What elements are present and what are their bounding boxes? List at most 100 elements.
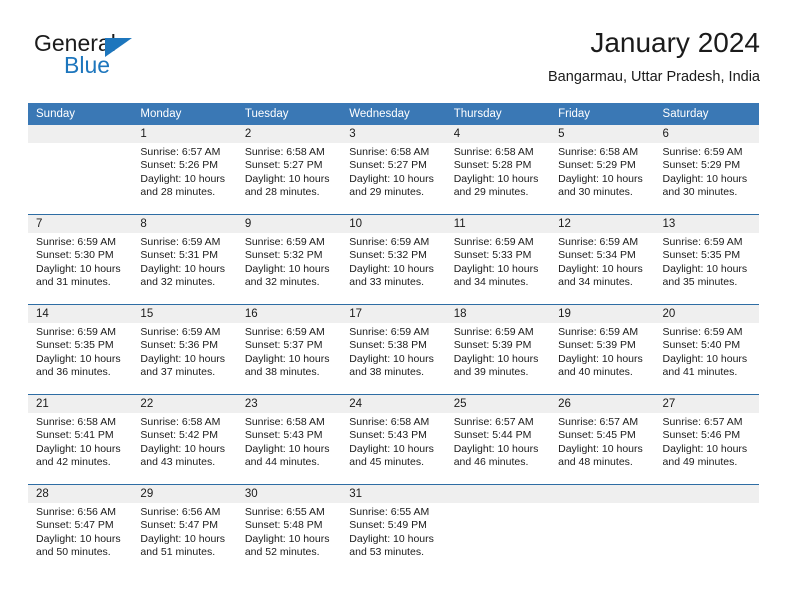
day-info-line: Sunset: 5:44 PM xyxy=(453,429,532,442)
day-number: 29 xyxy=(132,485,237,503)
general-blue-logo[interactable]: General Blue xyxy=(34,30,214,86)
day-info-line: Sunrise: 6:58 AM xyxy=(244,146,325,158)
calendar-day-cell[interactable]: 16 Sunrise: 6:59 AM Sunset: 5:37 PM Dayligh… xyxy=(236,304,342,395)
day-info-line: Sunset: 5:27 PM xyxy=(349,159,427,172)
day-cell-inner: 17 Sunrise: 6:59 AM Sunset: 5:38 PM Dayligh… xyxy=(341,305,446,394)
day-info-line: and 43 minutes. xyxy=(140,456,216,469)
calendar-day-cell[interactable]: 19 Sunrise: 6:59 AM Sunset: 5:39 PM Dayligh… xyxy=(550,304,655,395)
day-info-line: Daylight: 10 hours xyxy=(558,442,643,455)
day-info-line: Sunrise: 6:59 AM xyxy=(662,146,743,158)
calendar-day-cell[interactable]: 20 Sunrise: 6:59 AM Sunset: 5:40 PM Dayligh… xyxy=(654,304,759,395)
day-info-line: Sunrise: 6:58 AM xyxy=(349,416,430,428)
day-sun-info: Sunrise: 6:57 AM Sunset: 5:46 PM Daylight:… xyxy=(655,413,759,470)
day-info-line: and 33 minutes. xyxy=(349,276,424,289)
day-cell-inner: 25 Sunrise: 6:57 AM Sunset: 5:44 PM Dayligh… xyxy=(445,395,551,484)
day-cell-inner: 18 Sunrise: 6:59 AM Sunset: 5:39 PM Dayligh… xyxy=(445,305,551,394)
calendar-day-cell[interactable]: 15 Sunrise: 6:59 AM Sunset: 5:36 PM Dayligh… xyxy=(132,304,237,395)
calendar-day-cell[interactable]: 4 Sunrise: 6:58 AM Sunset: 5:28 PM Daylight… xyxy=(445,125,551,215)
calendar-day-cell[interactable]: 11 Sunrise: 6:59 AM Sunset: 5:33 PM Dayligh… xyxy=(445,214,551,305)
day-info-line: Sunrise: 6:59 AM xyxy=(349,236,430,248)
day-number: 11 xyxy=(445,215,551,233)
calendar-day-cell[interactable]: 25 Sunrise: 6:57 AM Sunset: 5:44 PM Dayligh… xyxy=(445,394,551,485)
calendar-day-cell[interactable]: 18 Sunrise: 6:59 AM Sunset: 5:39 PM Dayligh… xyxy=(445,304,551,395)
calendar-day-cell[interactable]: 3 Sunrise: 6:58 AM Sunset: 5:27 PM Daylight… xyxy=(341,125,446,215)
calendar-day-cell[interactable]: 8 Sunrise: 6:59 AM Sunset: 5:31 PM Daylight… xyxy=(132,214,237,305)
calendar-day-cell[interactable]: 28 Sunrise: 6:56 AM Sunset: 5:47 PM Dayligh… xyxy=(28,484,133,574)
day-info-line: Sunrise: 6:58 AM xyxy=(453,146,534,158)
day-cell-inner: 27 Sunrise: 6:57 AM Sunset: 5:46 PM Dayligh… xyxy=(654,395,759,484)
day-info-line: Sunset: 5:31 PM xyxy=(140,249,219,262)
calendar-day-cell[interactable]: 24 Sunrise: 6:58 AM Sunset: 5:43 PM Dayligh… xyxy=(341,394,446,485)
day-info-line: Daylight: 10 hours xyxy=(36,442,121,455)
day-info-line: Sunrise: 6:55 AM xyxy=(349,506,430,518)
day-info-line: Sunrise: 6:57 AM xyxy=(662,416,743,428)
calendar-day-cell[interactable]: 9 Sunrise: 6:59 AM Sunset: 5:32 PM Daylight… xyxy=(236,214,342,305)
day-info-line: Sunrise: 6:59 AM xyxy=(453,236,534,248)
day-info-line: Sunrise: 6:56 AM xyxy=(140,506,221,518)
calendar-day-cell[interactable]: 5 Sunrise: 6:58 AM Sunset: 5:29 PM Daylight… xyxy=(550,125,655,215)
day-sun-info: Sunrise: 6:59 AM Sunset: 5:29 PM Daylight:… xyxy=(655,143,759,200)
calendar-day-cell[interactable]: 22 Sunrise: 6:58 AM Sunset: 5:42 PM Dayligh… xyxy=(132,394,237,485)
day-info-line: Sunrise: 6:59 AM xyxy=(558,326,639,338)
page-header: General Blue January 2024 Bangarmau, Utt… xyxy=(28,26,760,90)
calendar-page: General Blue January 2024 Bangarmau, Utt… xyxy=(0,0,792,612)
day-info-line: Daylight: 10 hours xyxy=(349,352,434,365)
calendar-day-cell[interactable]: 29 Sunrise: 6:56 AM Sunset: 5:47 PM Dayligh… xyxy=(132,484,237,574)
calendar-day-cell[interactable]: 10 Sunrise: 6:59 AM Sunset: 5:32 PM Dayligh… xyxy=(341,214,446,305)
day-info-line: Daylight: 10 hours xyxy=(453,262,539,275)
day-cell-inner: 14 Sunrise: 6:59 AM Sunset: 5:35 PM Dayligh… xyxy=(28,305,133,394)
day-info-line: Daylight: 10 hours xyxy=(244,262,330,275)
calendar-day-cell[interactable]: 12 Sunrise: 6:59 AM Sunset: 5:34 PM Dayligh… xyxy=(550,214,655,305)
calendar-day-cell[interactable]: 1 Sunrise: 6:57 AM Sunset: 5:26 PM Daylight… xyxy=(132,125,237,215)
day-info-line: and 39 minutes. xyxy=(453,366,529,379)
day-info-line: and 38 minutes. xyxy=(244,366,320,379)
title-block: January 2024 Bangarmau, Uttar Pradesh, I… xyxy=(240,26,760,88)
day-info-line: and 44 minutes. xyxy=(244,456,320,469)
calendar-day-cell[interactable]: 13 Sunrise: 6:59 AM Sunset: 5:35 PM Dayligh… xyxy=(654,214,759,305)
day-cell-inner: 5 Sunrise: 6:58 AM Sunset: 5:29 PM Daylight… xyxy=(550,125,655,214)
day-info-line: Daylight: 10 hours xyxy=(140,442,226,455)
day-sun-info: Sunrise: 6:59 AM Sunset: 5:32 PM Daylight:… xyxy=(237,233,341,290)
calendar-day-cell[interactable]: 23 Sunrise: 6:58 AM Sunset: 5:43 PM Dayligh… xyxy=(236,394,342,485)
day-cell-inner: 29 Sunrise: 6:56 AM Sunset: 5:47 PM Dayligh… xyxy=(132,485,237,574)
day-sun-info xyxy=(550,503,654,506)
day-sun-info xyxy=(446,503,550,506)
day-cell-inner: 26 Sunrise: 6:57 AM Sunset: 5:45 PM Dayligh… xyxy=(550,395,655,484)
calendar-day-cell[interactable]: 17 Sunrise: 6:59 AM Sunset: 5:38 PM Dayligh… xyxy=(341,304,446,395)
calendar-day-cell[interactable]: 14 Sunrise: 6:59 AM Sunset: 5:35 PM Dayligh… xyxy=(28,304,133,395)
day-sun-info: Sunrise: 6:59 AM Sunset: 5:35 PM Daylight:… xyxy=(655,233,759,290)
day-cell-inner: 13 Sunrise: 6:59 AM Sunset: 5:35 PM Dayligh… xyxy=(654,215,759,304)
day-info-line: Sunrise: 6:58 AM xyxy=(244,416,325,428)
calendar-day-cell[interactable]: 30 Sunrise: 6:55 AM Sunset: 5:48 PM Dayligh… xyxy=(236,484,342,574)
day-number: 30 xyxy=(236,485,342,503)
day-info-line: Sunrise: 6:58 AM xyxy=(558,146,639,158)
day-number: 10 xyxy=(341,215,446,233)
day-info-line: Sunset: 5:26 PM xyxy=(140,159,219,172)
day-cell-inner: 31 Sunrise: 6:55 AM Sunset: 5:49 PM Dayligh… xyxy=(341,485,446,574)
calendar-day-cell[interactable]: 6 Sunrise: 6:59 AM Sunset: 5:29 PM Daylight… xyxy=(654,125,759,215)
day-info-line: Daylight: 10 hours xyxy=(558,352,643,365)
day-info-line: Sunset: 5:29 PM xyxy=(662,159,741,172)
day-cell-inner: 4 Sunrise: 6:58 AM Sunset: 5:28 PM Daylight… xyxy=(445,125,551,214)
day-info-line: and 49 minutes. xyxy=(662,456,738,469)
day-info-line: Sunset: 5:39 PM xyxy=(558,339,636,352)
calendar-day-cell[interactable]: 31 Sunrise: 6:55 AM Sunset: 5:49 PM Dayligh… xyxy=(341,484,446,574)
day-info-line: and 30 minutes. xyxy=(662,186,738,199)
day-sun-info xyxy=(28,143,132,146)
calendar-day-cell[interactable]: 2 Sunrise: 6:58 AM Sunset: 5:27 PM Daylight… xyxy=(236,125,342,215)
day-cell-inner xyxy=(654,485,759,574)
day-number: 28 xyxy=(28,485,133,503)
day-sun-info: Sunrise: 6:59 AM Sunset: 5:31 PM Daylight:… xyxy=(132,233,236,290)
calendar-day-cell[interactable]: 26 Sunrise: 6:57 AM Sunset: 5:45 PM Dayligh… xyxy=(550,394,655,485)
day-info-line: Sunrise: 6:59 AM xyxy=(36,326,116,338)
calendar-day-cell[interactable]: 21 Sunrise: 6:58 AM Sunset: 5:41 PM Dayligh… xyxy=(28,394,133,485)
day-number: 19 xyxy=(550,305,655,323)
day-cell-inner: 15 Sunrise: 6:59 AM Sunset: 5:36 PM Dayligh… xyxy=(132,305,237,394)
calendar-day-cell[interactable]: 7 Sunrise: 6:59 AM Sunset: 5:30 PM Daylight… xyxy=(28,214,133,305)
calendar-day-cell[interactable]: 27 Sunrise: 6:57 AM Sunset: 5:46 PM Dayligh… xyxy=(654,394,759,485)
day-info-line: Sunrise: 6:57 AM xyxy=(453,416,534,428)
day-cell-inner: 3 Sunrise: 6:58 AM Sunset: 5:27 PM Daylight… xyxy=(341,125,446,214)
day-sun-info: Sunrise: 6:58 AM Sunset: 5:28 PM Daylight:… xyxy=(446,143,550,200)
day-info-line: Sunset: 5:35 PM xyxy=(662,249,741,262)
day-cell-inner: 23 Sunrise: 6:58 AM Sunset: 5:43 PM Dayligh… xyxy=(236,395,342,484)
